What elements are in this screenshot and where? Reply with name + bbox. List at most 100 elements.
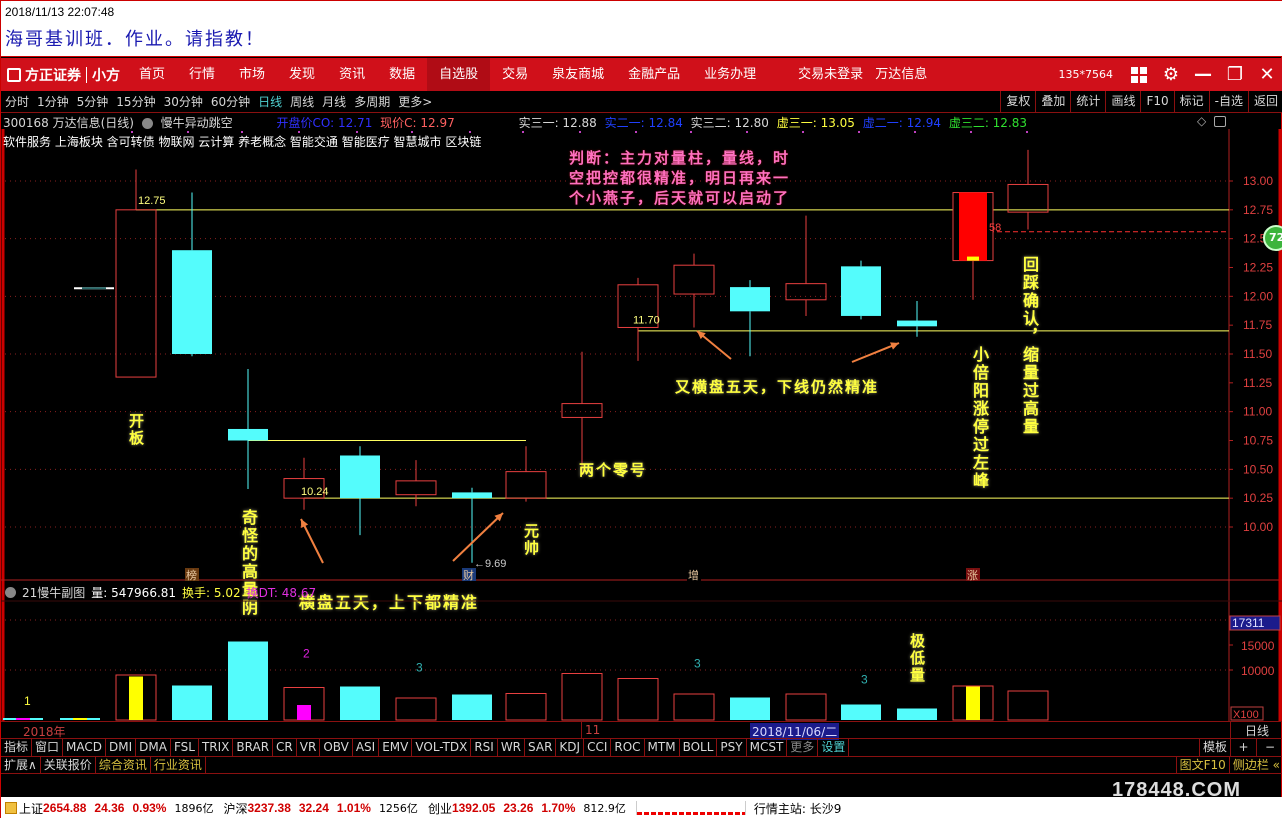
chart-tool-3[interactable]: 画线 [1105,91,1140,113]
low-arrow: ← [474,558,485,570]
indicator-tab-17[interactable]: KDJ [556,739,585,756]
indicator-tab-11[interactable]: ASI [353,739,380,756]
y-tick-label: 10.50 [1243,462,1273,476]
close-icon[interactable]: ✕ [1251,58,1282,91]
svg-text:增: 增 [688,568,699,581]
sub-chart-dropdown-icon[interactable] [5,586,16,598]
market-breadth-icon[interactable] [635,801,746,815]
indicator-tab-1[interactable]: 窗口 [32,739,64,756]
indicator-tab-12[interactable]: EMV [379,739,413,756]
indicator-tab-9[interactable]: VR [297,739,321,756]
industry-news-tab[interactable]: 行业资讯 [151,757,206,773]
nav-item-2[interactable]: 市场 [227,58,277,91]
chart-tool-2[interactable]: 统计 [1070,91,1105,113]
chart-tool-1[interactable]: 叠加 [1035,91,1070,113]
sub-chart-title[interactable]: 21慢牛副图 [22,584,85,601]
indicator-tab-21[interactable]: BOLL [680,739,718,756]
nav-item-5[interactable]: 数据 [377,58,427,91]
chart-tool-0[interactable]: 复权 [1000,91,1035,113]
candle-9 [561,351,603,476]
nav-item-7[interactable]: 交易 [490,58,540,91]
open-price: 开盘价CO: 12.71 [276,116,373,130]
dt-value: 换DT: 48.67 [246,585,317,600]
hs-index-name: 沪深 [223,801,248,816]
sh-index-name: 上证 [19,801,44,816]
indicator-tab-2[interactable]: MACD [63,739,107,756]
indicator-tab-23[interactable]: MCST [747,739,788,756]
expand-button[interactable]: 扩展∧ [1,757,41,773]
template-button[interactable]: 模板 [1198,739,1231,756]
candle-body [172,250,212,354]
nav-item-3[interactable]: 发现 [277,58,327,91]
general-news-tab[interactable]: 综合资讯 [96,757,151,773]
sidebar-toggle[interactable]: 侧边栏 « [1230,757,1282,773]
gear-icon[interactable]: ⚙ [1155,58,1187,91]
period-tab-7[interactable]: 周线 [286,93,318,110]
indicator-tab-10[interactable]: OBV [320,739,353,756]
related-quotes-tab[interactable]: 关联报价 [41,757,96,773]
period-tab-1[interactable]: 1分钟 [33,93,73,110]
nav-item-0[interactable]: 首页 [127,58,177,91]
layout-grid-icon[interactable] [1123,58,1155,91]
nav-item-1[interactable]: 行情 [177,58,227,91]
indicator-tab-6[interactable]: TRIX [199,739,234,756]
indicator-tab-24[interactable]: 更多 [787,739,819,756]
nav-item-9[interactable]: 金融产品 [616,58,692,91]
v32-value: 虚三二: 12.83 [948,116,1028,130]
zoom-out-button[interactable]: − [1257,739,1282,756]
period-tab-4[interactable]: 30分钟 [160,93,207,110]
vol-unit: X100 [1230,706,1264,721]
vol-count-label: 3 [694,657,701,671]
minimize-icon[interactable]: — [1187,58,1219,91]
f10-button[interactable]: 图文F10 [1175,757,1230,773]
period-tab-9[interactable]: 多周期 [350,93,394,110]
indicator-tab-5[interactable]: FSL [171,739,199,756]
expand-icon[interactable] [5,802,17,814]
period-tab-8[interactable]: 月线 [318,93,350,110]
indicator-tab-14[interactable]: RSI [471,739,498,756]
nav-item-8[interactable]: 泉友商城 [540,58,616,91]
period-tab-3[interactable]: 15分钟 [112,93,159,110]
period-tab-6[interactable]: 日线 [254,93,286,110]
zoom-in-button[interactable]: + [1231,739,1257,756]
chart-tool-5[interactable]: 标记 [1173,91,1209,113]
period-tabs: 分时 1分钟 5分钟 15分钟 30分钟 60分钟 日线 周线 月线 多周期 更多> [1,93,436,110]
current-stock-name[interactable]: 万达信息 [875,58,939,91]
indicator-tab-19[interactable]: ROC [611,739,645,756]
nav-item-10[interactable]: 业务办理 [692,58,768,91]
diamond-icon[interactable]: ◇ [1197,114,1206,128]
post-header: 2018/11/13 22:07:48 海哥基训班．作业。请指教！ [1,1,1282,57]
nav-item-4[interactable]: 资讯 [327,58,377,91]
panel-toggle-icon[interactable] [1214,116,1226,127]
trade-login-status[interactable]: 交易未登录 [786,58,875,91]
indicator-tab-4[interactable]: DMA [136,739,171,756]
indicator-dropdown-icon[interactable] [141,118,153,129]
indicator-tab-15[interactable]: WR [498,739,526,756]
period-tab-0[interactable]: 分时 [1,93,33,110]
period-tab-10[interactable]: 更多> [394,93,436,110]
main-nav: 方正证券 小方 首页 行情 市场 发现 资讯 数据 自选股 交易 泉友商城 金融产品 业务办理 交易… [1,58,1282,91]
chart-tool-7[interactable]: 返回 [1247,91,1282,113]
indicator-tab-13[interactable]: VOL-TDX [412,739,472,756]
indicator-bar: 指标 窗口 MACD DMI DMA FSL TRIX BRAR CR VR OBV ASI EMV VO… [1,738,1282,756]
indicator-tab-0[interactable]: 指标 [1,739,33,756]
restore-icon[interactable]: ❐ [1219,58,1251,91]
chart-tool-4[interactable]: F10 [1140,91,1173,113]
indicator-tab-25[interactable]: 设置 [818,739,850,756]
price-badge[interactable]: 72 [1263,225,1282,251]
indicator-name[interactable]: 慢牛异动跳空 [161,116,233,130]
indicator-tab-8[interactable]: CR [273,739,297,756]
indicator-tab-22[interactable]: PSY [717,739,747,756]
indicator-tab-18[interactable]: CCI [584,739,612,756]
chart-tool-6[interactable]: -自选 [1208,91,1248,113]
indicator-tab-7[interactable]: BRAR [233,739,274,756]
period-tab-2[interactable]: 5分钟 [73,93,113,110]
period-tab-5[interactable]: 60分钟 [207,93,254,110]
indicator-tab-20[interactable]: MTM [645,739,680,756]
nav-item-6[interactable]: 自选股 [427,58,491,91]
indicator-tab-3[interactable]: DMI [106,739,137,756]
vol-count-label: 2 [303,647,310,661]
brand-logo[interactable]: 方正证券 小方 [1,58,127,91]
candle-body [897,320,937,327]
indicator-tab-16[interactable]: SAR [525,739,557,756]
